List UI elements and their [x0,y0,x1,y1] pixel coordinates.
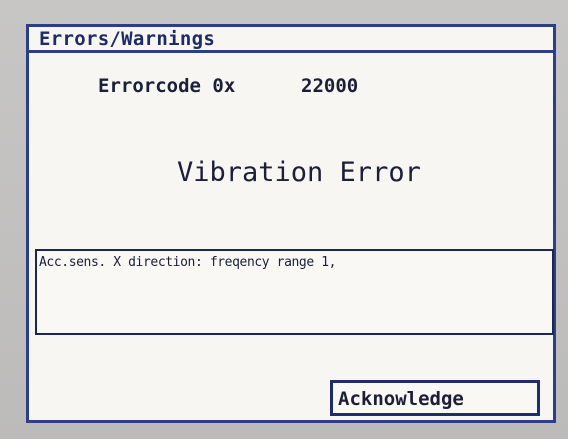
error-code-label: Errorcode 0x [98,75,236,97]
error-message-box: Acc.sens. X direction: freqency range 1, [35,249,554,335]
error-message-text: Acc.sens. X direction: freqency range 1, [39,255,337,270]
acknowledge-button[interactable]: Acknowledge [330,380,540,416]
acknowledge-button-label: Acknowledge [338,388,464,410]
dialog-titlebar: Errors/Warnings [29,27,553,53]
error-title: Vibration Error [177,157,421,188]
error-code-value: 22000 [301,75,359,97]
dialog-title: Errors/Warnings [39,28,216,50]
errors-warnings-dialog: Errors/Warnings Errorcode 0x 22000 Vibra… [26,24,556,423]
display-screen: Errors/Warnings Errorcode 0x 22000 Vibra… [0,0,568,439]
